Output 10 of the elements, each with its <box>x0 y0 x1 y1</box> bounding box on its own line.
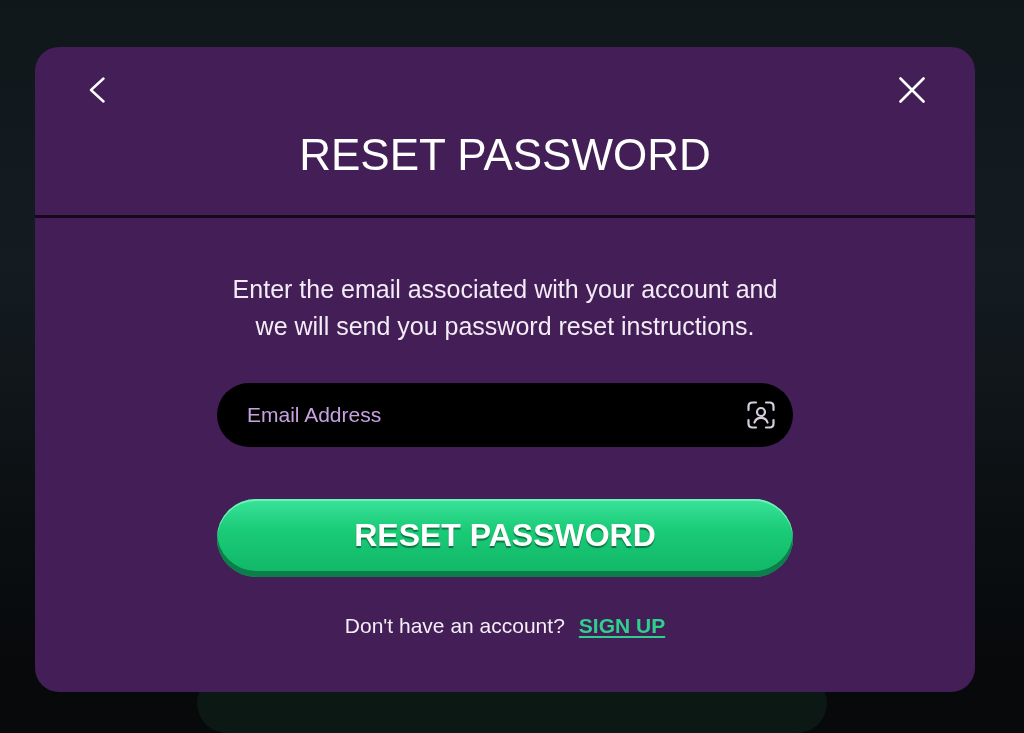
user-scan-icon <box>747 401 775 429</box>
dialog-title: RESET PASSWORD <box>299 129 711 181</box>
account-prompt-text: Don't have an account? <box>344 613 565 639</box>
chevron-left-icon <box>89 77 105 103</box>
back-button[interactable] <box>89 77 105 103</box>
close-icon <box>899 77 925 103</box>
sign-up-link[interactable]: SIGN UP <box>578 612 666 640</box>
close-button[interactable] <box>899 77 925 103</box>
email-field[interactable]: Email Address <box>217 383 793 447</box>
instructions-text: Enter the email associated with your account and we will send you password reset instructions. <box>231 274 779 342</box>
